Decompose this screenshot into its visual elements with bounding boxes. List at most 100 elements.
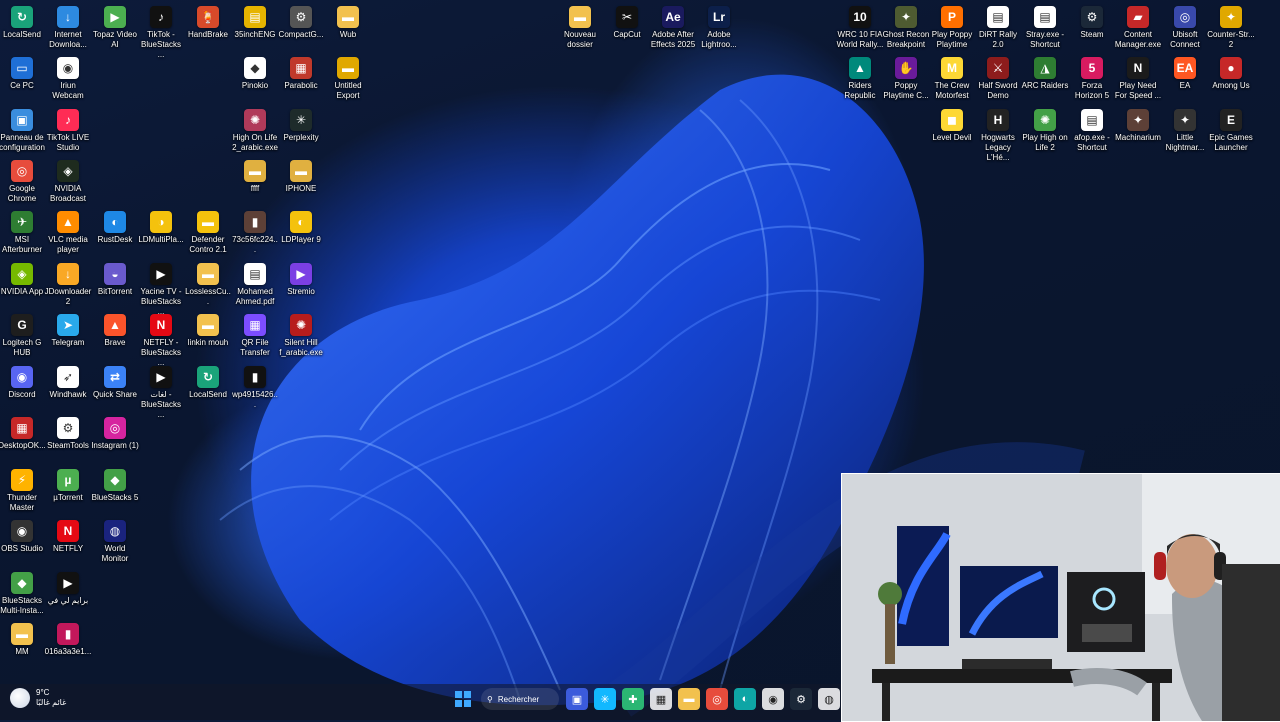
desktop-icon-forza-horizon-5[interactable]: 5 Forza Horizon 5 [1068,57,1116,101]
desktop-icon-poppy-playtime-c[interactable]: ✋ Poppy Playtime C... [882,57,930,101]
desktop-icon-high-on-life-2-arabic-exe[interactable]: ✺ High On Life 2_arabic.exe [231,109,279,153]
desktop-icon-brave[interactable]: ▲ Brave [91,314,139,348]
desktop-icon-internet-downloa[interactable]: ↓ Internet Downloa... [44,6,92,50]
desktop-icon-afop-exe-shortcut[interactable]: ▤ afop.exe - Shortcut [1068,109,1116,153]
desktop-icon-ldmultipla[interactable]: ◑ LDMultiPla... [137,211,185,245]
taskbar-copilot-icon[interactable]: ✳ [594,688,616,710]
taskbar-obs-icon[interactable]: ◉ [762,688,784,710]
desktop-icon-play-poppy-playtime[interactable]: P Play Poppy Playtime [928,6,976,50]
desktop-icon-iriun-webcam[interactable]: ◉ Iriun Webcam [44,57,92,101]
desktop-icon-silent-hill-f-arabic-exe[interactable]: ✺ Silent Hill f_arabic.exe [277,314,325,358]
desktop-icon-localsend[interactable]: ↻ LocalSend [184,366,232,400]
taskbar-file-explorer-icon[interactable]: ▬ [678,688,700,710]
desktop-icon-capcut[interactable]: ✂ CapCut [603,6,651,40]
desktop-icon-vlc-media-player[interactable]: ▲ VLC media player [44,211,92,255]
desktop-icon-discord[interactable]: ◉ Discord [0,366,46,400]
desktop-icon-mm[interactable]: ▬ MM [0,623,46,657]
desktop-icon-linkin-mouh[interactable]: ▬ linkin mouh [184,314,232,348]
desktop-icon-localsend[interactable]: ↻ LocalSend [0,6,46,40]
desktop-icon-nvidia-app[interactable]: ◈ NVIDIA App [0,263,46,297]
taskbar-chrome-icon[interactable]: ◎ [706,688,728,710]
desktop-icon-desktopok[interactable]: ▦ DesktopOK... [0,417,46,451]
taskbar-edge-icon[interactable]: ◐ [734,688,756,710]
desktop-icon-iphone[interactable]: ▬ IPHONE [277,160,325,194]
desktop-icon-google-chrome[interactable]: ◎ Google Chrome [0,160,46,204]
desktop-icon-arc-raiders[interactable]: ◮ ARC Raiders [1021,57,1069,91]
desktop-icon-world-monitor[interactable]: ◍ World Monitor [91,520,139,564]
desktop-icon-compactg[interactable]: ⚙ CompactG... [277,6,325,40]
desktop-icon-steam[interactable]: ⚙ Steam [1068,6,1116,40]
desktop-icon-yacine-tv-bluestacks[interactable]: ▶ Yacine TV - BlueStacks ... [137,263,185,317]
desktop-icon-telegram[interactable]: ➤ Telegram [44,314,92,348]
desktop-icon-016a3a3e1[interactable]: ▮ 016a3a3e1... [44,623,92,657]
desktop-icon-netfly-bluestacks[interactable]: N NETFLY - BlueStacks ... [137,314,185,368]
desktop-icon-netfly[interactable]: N NETFLY [44,520,92,554]
desktop-icon-little-nightmar[interactable]: ✦ Little Nightmar... [1161,109,1209,153]
desktop-icon-defender-contro-2-1[interactable]: ▬ Defender Contro 2.1 [184,211,232,255]
desktop-icon-bittorrent[interactable]: ◒ BitTorrent [91,263,139,297]
desktop-icon-torrent[interactable]: µ µTorrent [44,469,92,503]
start-button[interactable] [452,688,474,710]
desktop-icon-instagram-1[interactable]: ◎ Instagram (1) [91,417,139,451]
desktop-icon-wrc-10-fia-world-rally[interactable]: 10 WRC 10 FIA World Rally... [836,6,884,50]
taskbar-search[interactable]: ⚲ Rechercher [481,688,559,710]
desktop-icon-obs-studio[interactable]: ◉ OBS Studio [0,520,46,554]
desktop-icon-ldplayer-9[interactable]: ◐ LDPlayer 9 [277,211,325,245]
desktop-icon-level-devil[interactable]: ◼ Level Devil [928,109,976,143]
desktop-icon-dirt-rally-2-0[interactable]: ▤ DiRT Rally 2.0 [974,6,1022,50]
desktop-icon-tiktok-bluestacks[interactable]: ♪ TikTok - BlueStacks ... [137,6,185,60]
desktop-icon-stray-exe-shortcut[interactable]: ▤ Stray.exe - Shortcut [1021,6,1069,50]
desktop-icon-ce-pc[interactable]: ▭ Ce PC [0,57,46,91]
desktop-icon-content-manager-exe[interactable]: ▰ Content Manager.exe [1114,6,1162,50]
desktop-icon-wp4915426[interactable]: ▮ wp4915426... [231,366,279,410]
desktop-icon-panneau-de-configuration[interactable]: ▣ Panneau de configuration [0,109,46,153]
desktop-icon-ghost-recon-breakpoint[interactable]: ✦ Ghost Recon Breakpoint [882,6,930,50]
desktop-icon-jdownloader-2[interactable]: ↓ JDownloader 2 [44,263,92,307]
desktop-icon-msi-afterburner[interactable]: ✈ MSI Afterburner [0,211,46,255]
desktop-icon-perplexity[interactable]: ✳ Perplexity [277,109,325,143]
desktop-icon-bluestacks[interactable]: ▶ لغات - BlueStacks ... [137,366,185,420]
desktop-icon-the-crew-motorfest[interactable]: M The Crew Motorfest [928,57,976,101]
desktop-icon-adobe-lightroo[interactable]: Lr Adobe Lightroo... [695,6,743,50]
taskbar-widgets-icon[interactable]: ▣ [566,688,588,710]
desktop-icon-stremio[interactable]: ▶ Stremio [277,263,325,297]
desktop-icon-pinokio[interactable]: ◆ Pinokio [231,57,279,91]
desktop-icon-73c56fc224[interactable]: ▮ 73c56fc224... [231,211,279,255]
desktop-icon-counter-str-2[interactable]: ✦ Counter-Str... 2 [1207,6,1255,50]
desktop-icon-windhawk[interactable]: ➶ Windhawk [44,366,92,400]
taskbar-steam-icon[interactable]: ⚙ [790,688,812,710]
desktop-icon-losslesscu[interactable]: ▬ LosslessCu... [184,263,232,307]
taskbar-spotify-like-icon[interactable]: ✚ [622,688,644,710]
desktop-icon-untitled-export[interactable]: ▬ Untitled Export [324,57,372,101]
desktop-icon-thunder-master[interactable]: ⚡ Thunder Master [0,469,46,513]
desktop-icon-bluestacks-multi-insta[interactable]: ◆ BlueStacks Multi-Insta... [0,572,46,616]
desktop-icon-riders-republic[interactable]: ▲ Riders Republic [836,57,884,101]
desktop-icon-qr-file-transfer[interactable]: ▦ QR File Transfer [231,314,279,358]
desktop-icon-wub[interactable]: ▬ Wub [324,6,372,40]
desktop-icon-mohamed-ahmed-pdf[interactable]: ▤ Mohamed Ahmed.pdf [231,263,279,307]
desktop-icon-steamtools[interactable]: ⚙ SteamTools [44,417,92,451]
desktop-icon-handbrake[interactable]: 🍹 HandBrake [184,6,232,40]
desktop-icon-35incheng[interactable]: ▤ 35inchENG [231,6,279,40]
desktop-icon-among-us[interactable]: ● Among Us [1207,57,1255,91]
desktop-icon-hogwarts-legacy-l-h[interactable]: H Hogwarts Legacy L'Hé... [974,109,1022,163]
desktop-icon-play-need-for-speed[interactable]: N Play Need For Speed ... [1114,57,1162,101]
desktop-icon-rustdesk[interactable]: ◐ RustDesk [91,211,139,245]
desktop-icon-adobe-after-effects-2025[interactable]: Ae Adobe After Effects 2025 [649,6,697,50]
desktop-icon-epic-games-launcher[interactable]: E Epic Games Launcher [1207,109,1255,153]
desktop-icon-nouveau-dossier[interactable]: ▬ Nouveau dossier [556,6,604,50]
desktop-icon-machinarium[interactable]: ✦ Machinarium [1114,109,1162,143]
desktop-icon-bluestacks-5[interactable]: ◆ BlueStacks 5 [91,469,139,503]
taskbar-store-icon[interactable]: ▦ [650,688,672,710]
desktop-icon-play-high-on-life-2[interactable]: ✺ Play High on Life 2 [1021,109,1069,153]
desktop-icon-quick-share[interactable]: ⇄ Quick Share [91,366,139,400]
desktop-icon-ubisoft-connect[interactable]: ◎ Ubisoft Connect [1161,6,1209,50]
desktop-icon-nvidia-broadcast[interactable]: ◈ NVIDIA Broadcast [44,160,92,204]
desktop-icon-logitech-g-hub[interactable]: G Logitech G HUB [0,314,46,358]
desktop-icon-app[interactable]: ▶ برايم لي في [44,572,92,606]
taskbar-recorder-icon[interactable]: ◍ [818,688,840,710]
desktop-icon-half-sword-demo[interactable]: ⚔ Half Sword Demo [974,57,1022,101]
desktop-icon-parabolic[interactable]: ▦ Parabolic [277,57,325,91]
desktop-icon-topaz-video-ai[interactable]: ▶ Topaz Video AI [91,6,139,50]
desktop-icon-ea[interactable]: EA EA [1161,57,1209,91]
